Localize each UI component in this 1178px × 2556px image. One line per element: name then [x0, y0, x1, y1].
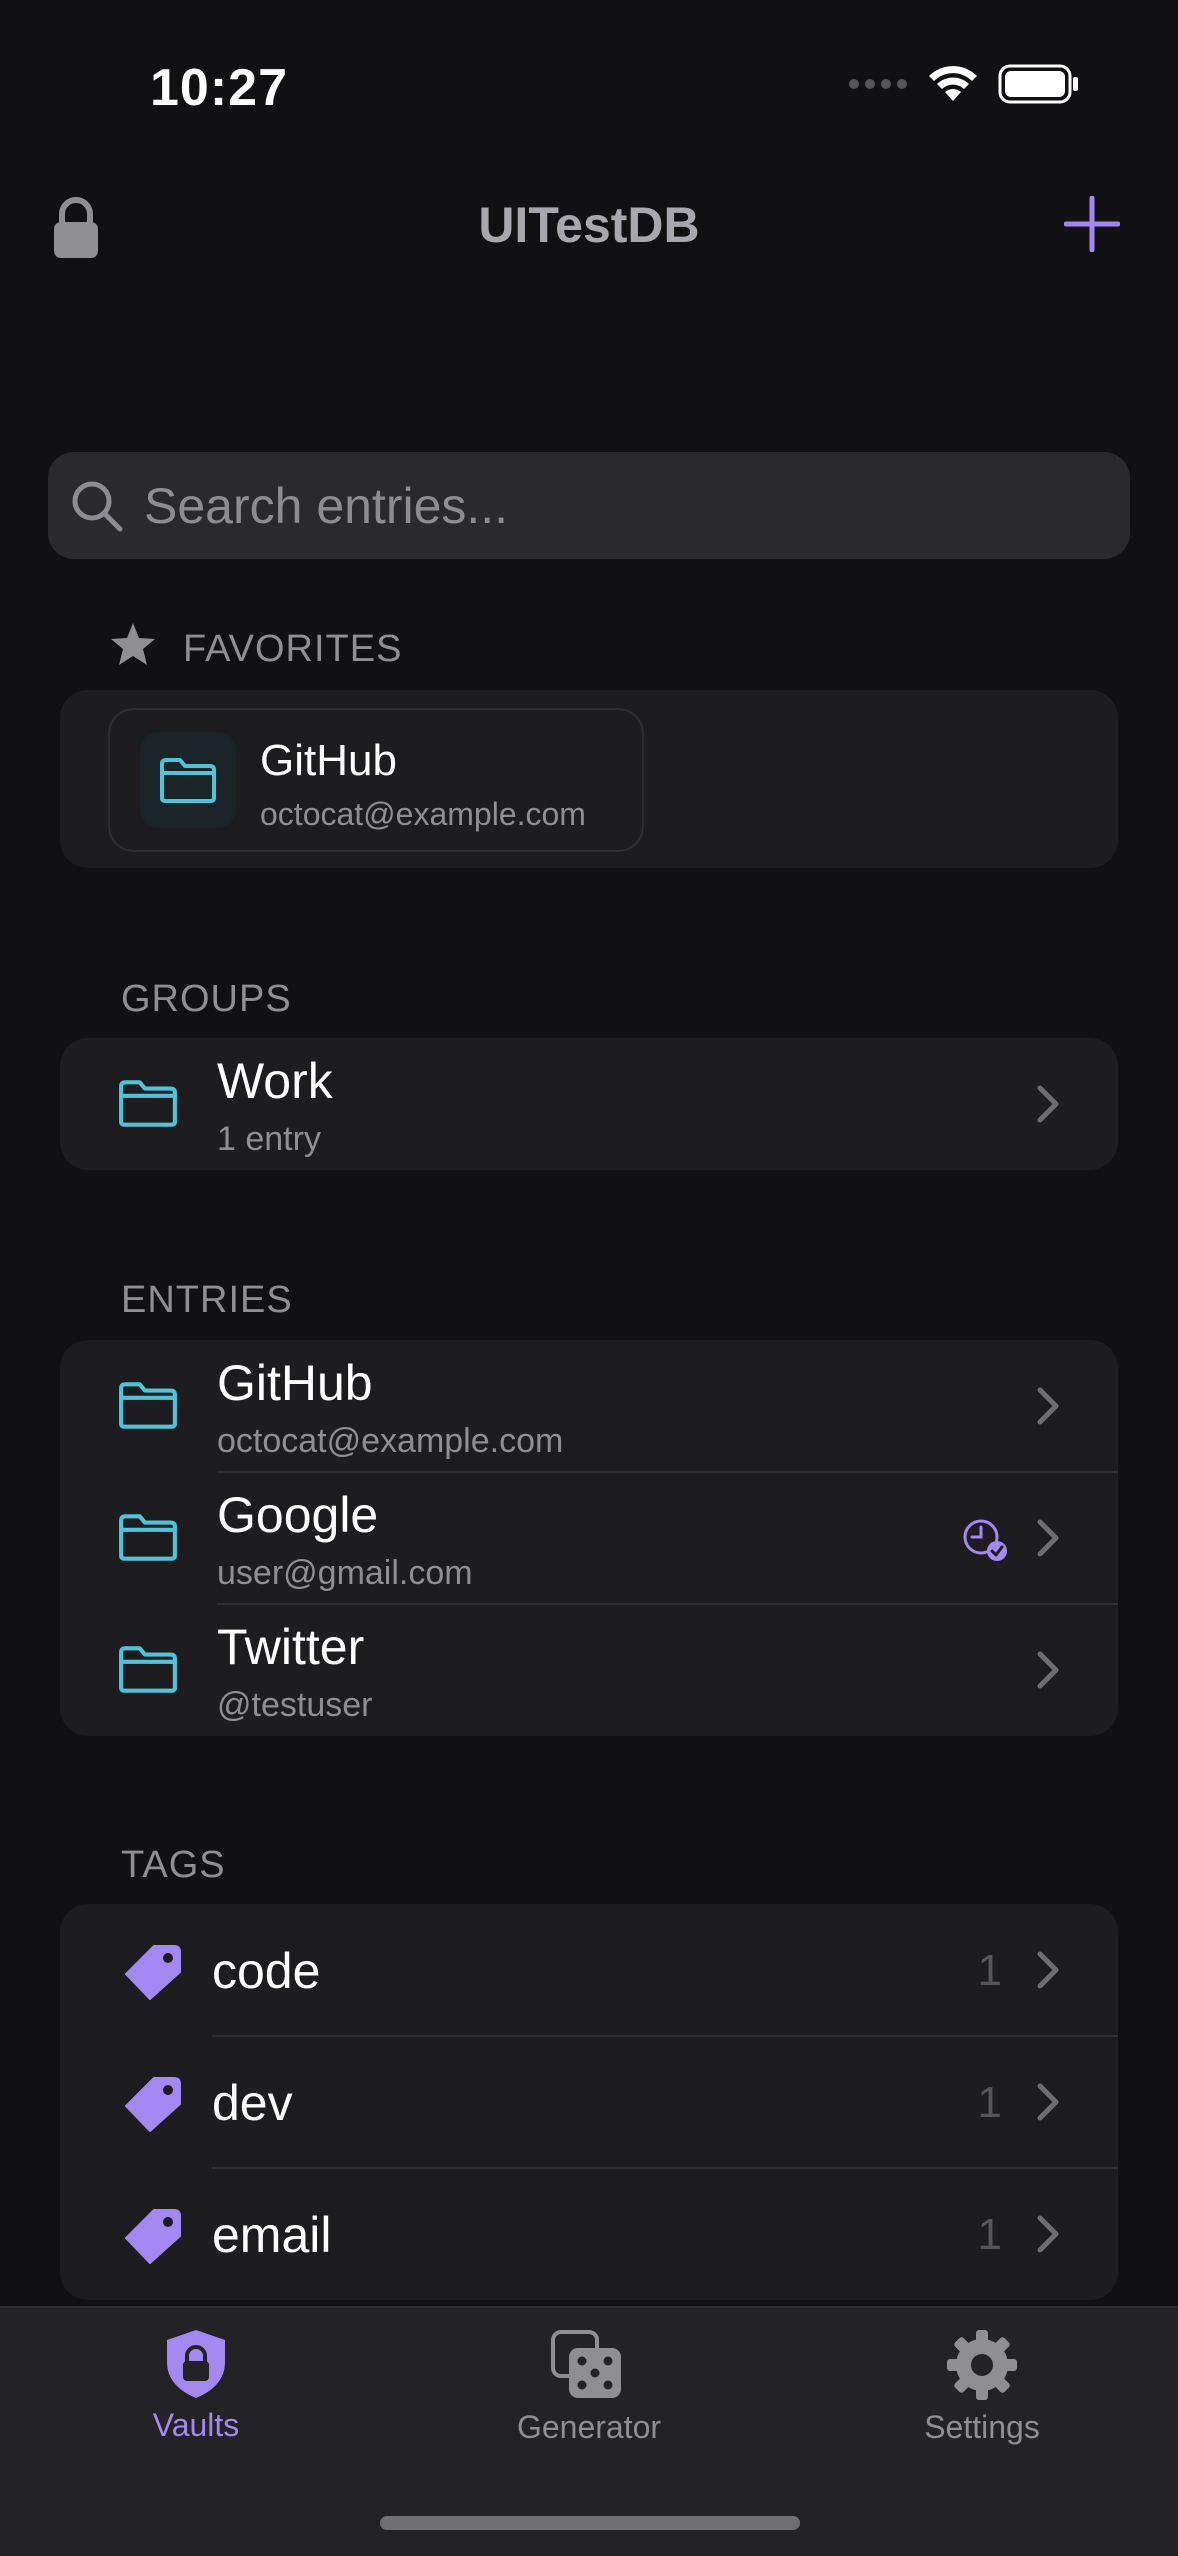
tag-count: 1 — [977, 2078, 1002, 2127]
chevron-right-icon — [1037, 1085, 1059, 1123]
battery-icon — [998, 64, 1078, 104]
tab-label: Generator — [516, 2409, 662, 2445]
tags-header: TAGS — [121, 1844, 226, 1886]
favorites-header: FAVORITES — [183, 628, 403, 670]
search-icon — [72, 481, 123, 531]
search-input[interactable] — [142, 475, 1046, 536]
group-title: Work — [217, 1053, 333, 1109]
entries-header: ENTRIES — [121, 1279, 293, 1321]
add-entry-button[interactable] — [1063, 195, 1121, 257]
chevron-right-icon — [1037, 1651, 1059, 1689]
folder-icon — [119, 1382, 177, 1429]
entry-row-google[interactable]: Google user@gmail.com — [60, 1472, 1118, 1604]
tags-card: code 1 dev 1 email 1 — [60, 1904, 1118, 2300]
tag-label: email — [212, 2207, 332, 2263]
favorite-title: GitHub — [260, 736, 397, 785]
group-subtitle: 1 entry — [217, 1120, 321, 1158]
chevron-right-icon — [1037, 2083, 1059, 2121]
home-indicator — [380, 2516, 800, 2530]
tag-icon — [125, 2077, 181, 2132]
entry-title: GitHub — [217, 1355, 373, 1411]
folder-icon — [160, 758, 216, 803]
entry-subtitle: octocat@example.com — [217, 1422, 564, 1460]
entry-subtitle: user@gmail.com — [217, 1554, 473, 1592]
status-time: 10:27 — [150, 59, 288, 117]
search-bar[interactable] — [48, 452, 1130, 559]
folder-icon — [119, 1080, 177, 1127]
groups-card: Work 1 entry — [60, 1038, 1118, 1170]
entry-title: Google — [217, 1487, 379, 1543]
page-title: UITestDB — [478, 197, 700, 253]
shield-lock-icon — [167, 2330, 225, 2398]
tag-icon — [125, 1945, 181, 2000]
tag-row-email[interactable]: email 1 — [60, 2168, 1118, 2300]
tag-row-code[interactable]: code 1 — [60, 1904, 1118, 2036]
tab-label: Settings — [924, 2409, 1040, 2445]
entries-card: GitHub octocat@example.com Google user@g… — [60, 1340, 1118, 1736]
chevron-right-icon — [1037, 2215, 1059, 2253]
favorite-subtitle: octocat@example.com — [260, 796, 586, 832]
entry-row-twitter[interactable]: Twitter @testuser — [60, 1604, 1118, 1736]
folder-icon — [119, 1646, 177, 1693]
entry-row-github[interactable]: GitHub octocat@example.com — [60, 1340, 1118, 1472]
tag-row-dev[interactable]: dev 1 — [60, 2036, 1118, 2168]
plus-icon — [1063, 195, 1121, 253]
gear-icon — [947, 2330, 1017, 2400]
entry-title: Twitter — [217, 1619, 365, 1675]
tab-settings[interactable]: Settings — [862, 2328, 1102, 2446]
wifi-icon — [929, 66, 977, 101]
tab-label: Vaults — [152, 2407, 240, 2443]
group-row-work[interactable]: Work 1 entry — [60, 1038, 1118, 1170]
favorite-tile-github[interactable]: GitHub octocat@example.com — [108, 708, 644, 852]
tag-label: code — [212, 1943, 321, 1999]
tag-count: 1 — [977, 1946, 1002, 1995]
cellular-signal-icon — [849, 79, 907, 89]
tab-generator[interactable]: Generator — [469, 2328, 709, 2446]
chevron-right-icon — [1037, 1387, 1059, 1425]
favorites-card: GitHub octocat@example.com — [60, 690, 1118, 868]
star-icon — [110, 622, 156, 671]
folder-icon — [119, 1514, 177, 1561]
dice-icon — [551, 2330, 621, 2398]
entry-subtitle: @testuser — [217, 1686, 373, 1724]
status-icons — [848, 64, 1080, 104]
tab-vaults[interactable]: Vaults — [76, 2328, 316, 2444]
groups-header: GROUPS — [121, 978, 292, 1020]
tag-count: 1 — [977, 2210, 1002, 2259]
clock-check-icon — [963, 1519, 1007, 1561]
tag-icon — [125, 2209, 181, 2264]
chevron-right-icon — [1037, 1519, 1059, 1557]
chevron-right-icon — [1037, 1951, 1059, 1989]
tag-label: dev — [212, 2075, 293, 2131]
